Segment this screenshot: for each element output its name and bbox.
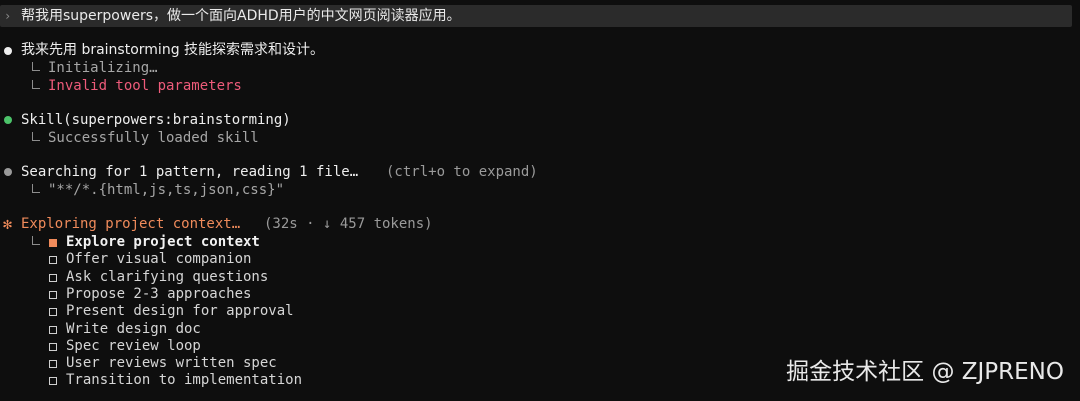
task-checkbox-icon (49, 256, 57, 264)
status-label: Exploring project context… (21, 216, 241, 232)
task-item-label: Propose 2-3 approaches (66, 286, 252, 302)
prompt-caret-icon: › (4, 9, 12, 23)
task-item-label: Ask clarifying questions (66, 269, 269, 285)
task-item-label: Spec review loop (66, 338, 201, 354)
task-checkbox-icon (49, 360, 57, 368)
message-title: Searching for 1 pattern, reading 1 file… (21, 164, 359, 180)
task-checkbox-icon (49, 239, 57, 247)
expand-hint[interactable]: (ctrl+o to expand) (386, 164, 538, 181)
message-subline: Initializing… (48, 60, 158, 76)
message-title: 我来先用 brainstorming 技能探索需求和设计。 (21, 42, 325, 58)
message-subline: "**/*.{html,js,ts,json,css}" (48, 182, 285, 198)
task-checkbox-icon (49, 326, 57, 334)
tree-branch-icon (32, 132, 40, 141)
status-meta: (32s · ↓ 457 tokens) (264, 216, 433, 232)
task-item-label: Transition to implementation (66, 372, 303, 388)
task-item-label: Write design doc (66, 321, 201, 337)
error-subline: Invalid tool parameters (48, 78, 242, 94)
message-title: Skill(superpowers:brainstorming) (21, 112, 291, 128)
message-bullet-icon (4, 47, 12, 55)
tree-branch-icon (32, 62, 40, 71)
task-checkbox-icon (49, 291, 57, 299)
message-subline: Successfully loaded skill (48, 130, 259, 146)
tree-branch-icon (32, 80, 40, 89)
user-prompt-text: 帮我用superpowers，做一个面向ADHD用户的中文网页阅读器应用。 (21, 8, 461, 24)
task-item-label: User reviews written spec (66, 355, 277, 371)
watermark: 掘金技术社区 @ ZJPRENO (786, 359, 1064, 385)
task-checkbox-icon (49, 308, 57, 316)
task-item-label: Explore project context (66, 234, 260, 250)
task-item-label: Offer visual companion (66, 251, 252, 267)
tree-branch-icon (32, 184, 40, 193)
success-bullet-icon (4, 116, 12, 124)
spinner-star-icon: ✻ (3, 215, 13, 233)
task-checkbox-icon (49, 274, 57, 282)
pending-bullet-icon (4, 168, 12, 176)
tree-branch-icon (32, 236, 40, 245)
task-checkbox-icon (49, 377, 57, 385)
task-item-label: Present design for approval (66, 303, 294, 319)
task-checkbox-icon (49, 343, 57, 351)
